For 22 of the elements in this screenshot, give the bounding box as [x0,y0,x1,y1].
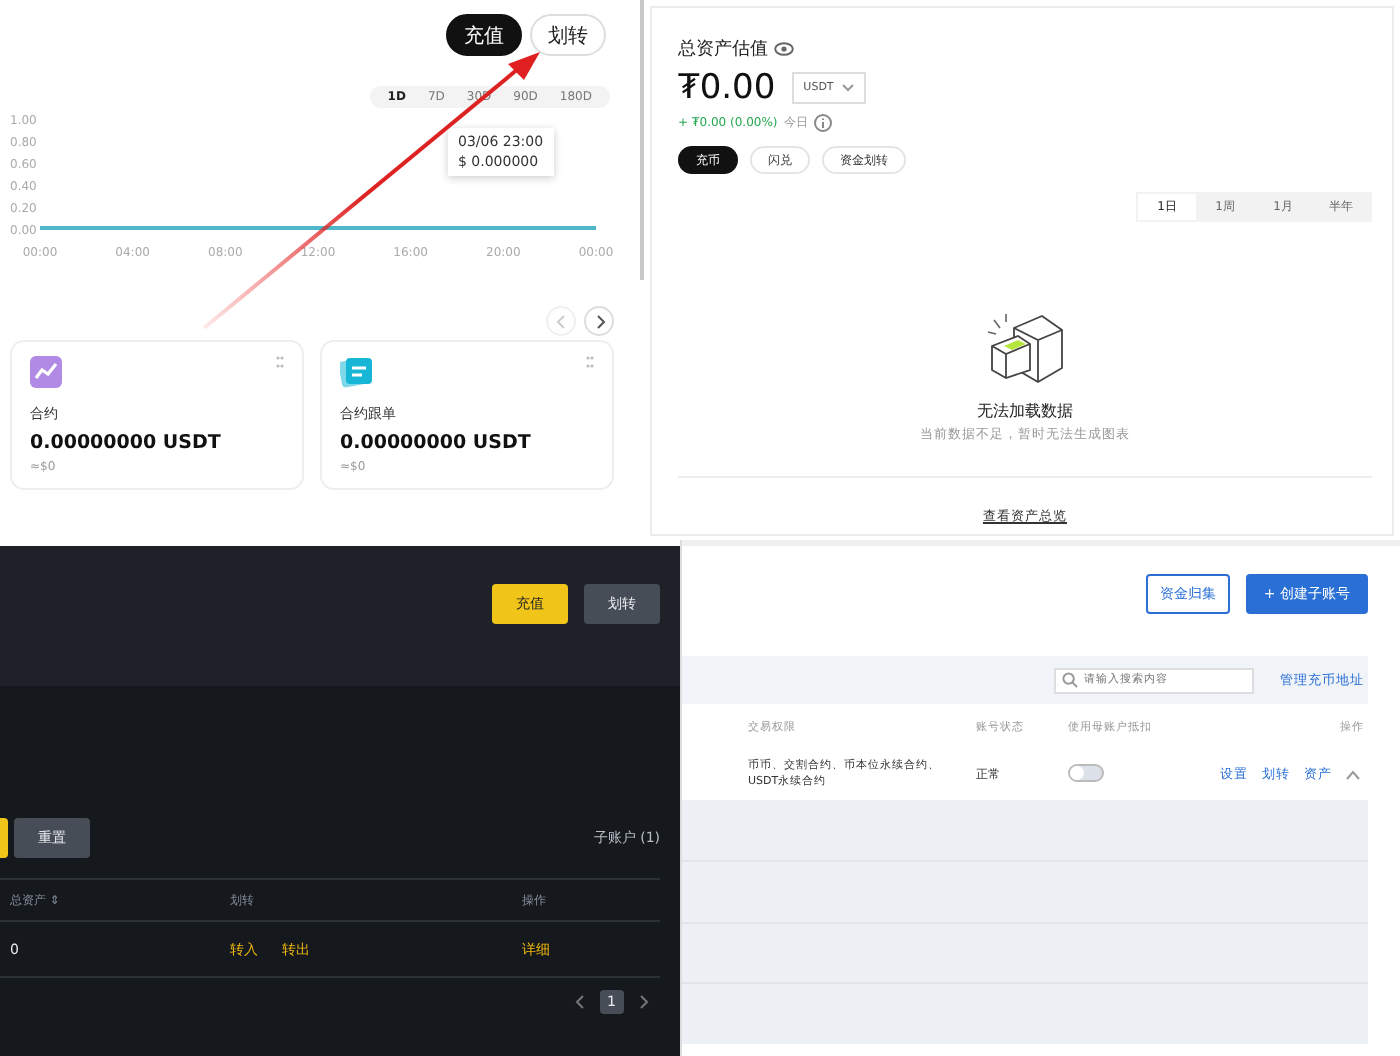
transfer-button[interactable]: 划转 [530,14,606,56]
card-amount: 0.00000000 USDT [340,432,533,454]
toggle-switch[interactable] [1068,763,1104,781]
chart-icon [30,356,62,388]
next-button[interactable] [584,306,614,336]
eye-icon[interactable] [774,42,794,56]
card-amount: 0.00000000 USDT [30,432,223,454]
search-icon [1062,672,1078,688]
search-button[interactable] [0,818,8,858]
panel-title: 总资产估值 [678,37,768,62]
info-icon[interactable] [813,114,832,132]
deposit-button[interactable]: 充值 [446,14,522,56]
chevron-up-icon[interactable] [1346,769,1360,779]
document-icon [340,356,372,388]
previous-icon[interactable] [573,994,586,1010]
next-icon[interactable] [638,994,650,1010]
chevron-down-icon [841,84,854,92]
chevron-left-icon [553,313,569,329]
total-amount: ₮0.00 [678,68,776,108]
empty-drawer-icon [985,312,1065,388]
empty-title: 无法加载数据 [977,400,1073,422]
chevron-right-icon [591,313,607,329]
